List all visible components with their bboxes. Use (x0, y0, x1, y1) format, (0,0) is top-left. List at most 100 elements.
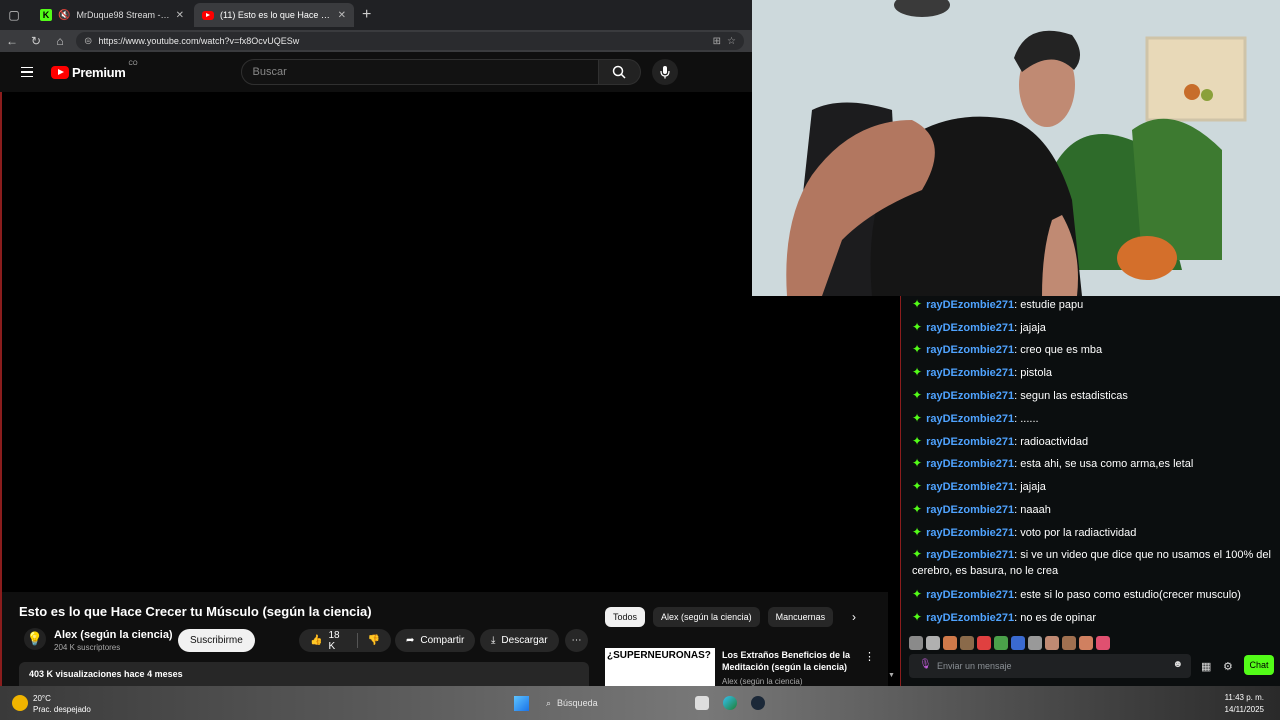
scroll-down-icon[interactable]: ▼ (888, 672, 895, 679)
download-icon: ⤓ (491, 635, 496, 646)
url-field[interactable]: ⊜ https://www.youtube.com/watch?v=fx8Ocv… (76, 32, 744, 50)
search-button[interactable] (598, 59, 641, 85)
youtube-logo[interactable]: Premium CO (51, 61, 138, 80)
app-install-icon[interactable]: ⊞ (713, 36, 721, 47)
weather-condition[interactable]: Prac. despejado (33, 705, 91, 714)
chat-username[interactable]: rayDEzombie271 (926, 612, 1014, 624)
recommendation-title[interactable]: Los Extraños Beneficios de la Meditación… (722, 649, 852, 673)
store-icon[interactable]: ▦ (1201, 660, 1211, 673)
kick-icon: K (40, 9, 52, 21)
chat-username[interactable]: rayDEzombie271 (926, 344, 1014, 356)
emote-icon[interactable] (1011, 636, 1025, 650)
muted-icon[interactable]: 🔇 (58, 10, 70, 21)
emote-icon[interactable] (926, 636, 940, 650)
emote-icon[interactable] (1062, 636, 1076, 650)
video-description[interactable]: 403 K visualizaciones hace 4 meses (19, 662, 589, 686)
channel-name[interactable]: Alex (según la ciencia) (54, 629, 173, 641)
search-icon (612, 65, 626, 79)
chat-username[interactable]: rayDEzombie271 (926, 322, 1014, 334)
chat-message: ✦ rayDEzombie271: si ve un video que dice… (912, 547, 1271, 577)
reload-icon[interactable]: ↻ (24, 34, 48, 48)
chat-username[interactable]: rayDEzombie271 (926, 549, 1014, 561)
chat-username[interactable]: rayDEzombie271 (926, 481, 1014, 493)
chat-username[interactable]: rayDEzombie271 (926, 367, 1014, 379)
chat-message-input[interactable]: 🎙 Enviar un mensaje ☻ (909, 654, 1191, 678)
close-icon[interactable]: ✕ (338, 10, 346, 21)
tab-title: MrDuque98 Stream - Kick D… (76, 10, 169, 20)
emote-icon[interactable] (1028, 636, 1042, 650)
emote-icon[interactable] (943, 636, 957, 650)
sub-badge-icon: ✦ (912, 365, 923, 379)
more-icon[interactable]: ⋮ (864, 650, 875, 663)
task-view-icon[interactable] (695, 696, 709, 710)
download-button[interactable]: ⤓ Descargar (480, 629, 559, 652)
browser-tab-bar: ▢ K 🔇 MrDuque98 Stream - Kick D… ✕ (11) … (0, 0, 752, 30)
chat-send-button[interactable]: Chat (1244, 655, 1274, 675)
temperature[interactable]: 20°C (33, 694, 51, 703)
clock-time[interactable]: 11:43 p. m. (1225, 693, 1264, 702)
settings-icon[interactable]: ⚙ (1223, 660, 1233, 673)
tab-actions-icon[interactable]: ▢ (6, 7, 22, 23)
more-icon: ⋯ (571, 635, 582, 646)
taskbar-search[interactable]: ⌕ Búsqueda (540, 694, 680, 712)
emote-icon[interactable] (994, 636, 1008, 650)
chat-username[interactable]: rayDEzombie271 (926, 390, 1014, 402)
close-icon[interactable]: ✕ (176, 10, 184, 21)
tab-kick[interactable]: K 🔇 MrDuque98 Stream - Kick D… ✕ (32, 3, 192, 27)
emote-icon[interactable] (909, 636, 923, 650)
clock-date[interactable]: 14/11/2025 (1225, 705, 1264, 714)
video-title: Esto es lo que Hace Crecer tu Músculo (s… (19, 604, 372, 619)
chat-username[interactable]: rayDEzombie271 (926, 413, 1014, 425)
country-code: CO (128, 60, 138, 67)
sub-badge-icon: ✦ (912, 388, 923, 402)
emote-icon[interactable] (1079, 636, 1093, 650)
chat-message: ✦ rayDEzombie271: pistola (912, 365, 1053, 379)
dislike-icon[interactable]: 👎 (368, 635, 380, 646)
site-info-icon[interactable]: ⊜ (84, 36, 92, 47)
tab-youtube[interactable]: (11) Esto es lo que Hace Crecer tu … ✕ (194, 3, 354, 27)
chip-channel[interactable]: Alex (según la ciencia) (653, 607, 760, 627)
search-icon: ⌕ (546, 697, 552, 708)
back-icon[interactable]: ← (0, 34, 24, 48)
share-button[interactable]: ➦ Compartir (395, 629, 476, 652)
edge-browser-icon[interactable] (723, 696, 737, 710)
new-tab-button[interactable]: + (362, 6, 371, 24)
windows-start-icon[interactable] (514, 696, 529, 711)
like-count[interactable]: 18 K (328, 630, 346, 652)
chat-username[interactable]: rayDEzombie271 (926, 458, 1014, 470)
webcam-image (752, 0, 1280, 296)
divider (356, 633, 358, 648)
chat-message: ✦ rayDEzombie271: esta ahi, se usa como a… (912, 456, 1194, 470)
favorite-star-icon[interactable]: ☆ (727, 36, 736, 47)
menu-icon[interactable] (21, 66, 33, 78)
home-icon[interactable]: ⌂ (48, 34, 72, 48)
emote-icon[interactable] (977, 636, 991, 650)
emoji-icon[interactable]: ☻ (1172, 659, 1183, 670)
views-and-date: 403 K visualizaciones hace 4 meses (29, 669, 183, 679)
channel-avatar[interactable]: 💡 (24, 628, 46, 650)
chip-dumbbells[interactable]: Mancuernas (767, 607, 834, 627)
chip-all[interactable]: Todos (605, 607, 646, 627)
thumbnail-text: ¿SUPERNEURONAS? (607, 650, 711, 661)
chat-text: esta ahi, se usa como arma,es letal (1020, 458, 1194, 470)
weather-icon[interactable] (12, 695, 28, 711)
microphone-icon[interactable]: 🎙 (919, 659, 932, 670)
emote-icon[interactable] (960, 636, 974, 650)
more-actions-button[interactable]: ⋯ (565, 629, 588, 652)
chat-username[interactable]: rayDEzombie271 (926, 527, 1014, 539)
chat-username[interactable]: rayDEzombie271 (926, 504, 1014, 516)
chat-username[interactable]: rayDEzombie271 (926, 299, 1014, 311)
subscribe-button[interactable]: Suscribirme (178, 629, 255, 652)
tab-title: (11) Esto es lo que Hace Crecer tu … (220, 10, 332, 20)
chevron-right-icon[interactable]: › (852, 610, 856, 624)
chat-username[interactable]: rayDEzombie271 (926, 589, 1014, 601)
recommendation-thumbnail[interactable]: ¿SUPERNEURONAS? (605, 648, 715, 686)
emote-icon[interactable] (1045, 636, 1059, 650)
voice-search-button[interactable] (651, 59, 678, 85)
emote-icon[interactable] (1096, 636, 1110, 650)
sub-badge-icon: ✦ (912, 411, 923, 425)
steam-icon[interactable] (751, 696, 765, 710)
search-input[interactable]: Buscar (240, 59, 599, 85)
chat-username[interactable]: rayDEzombie271 (926, 436, 1014, 448)
like-icon[interactable]: 👍 (310, 635, 322, 646)
